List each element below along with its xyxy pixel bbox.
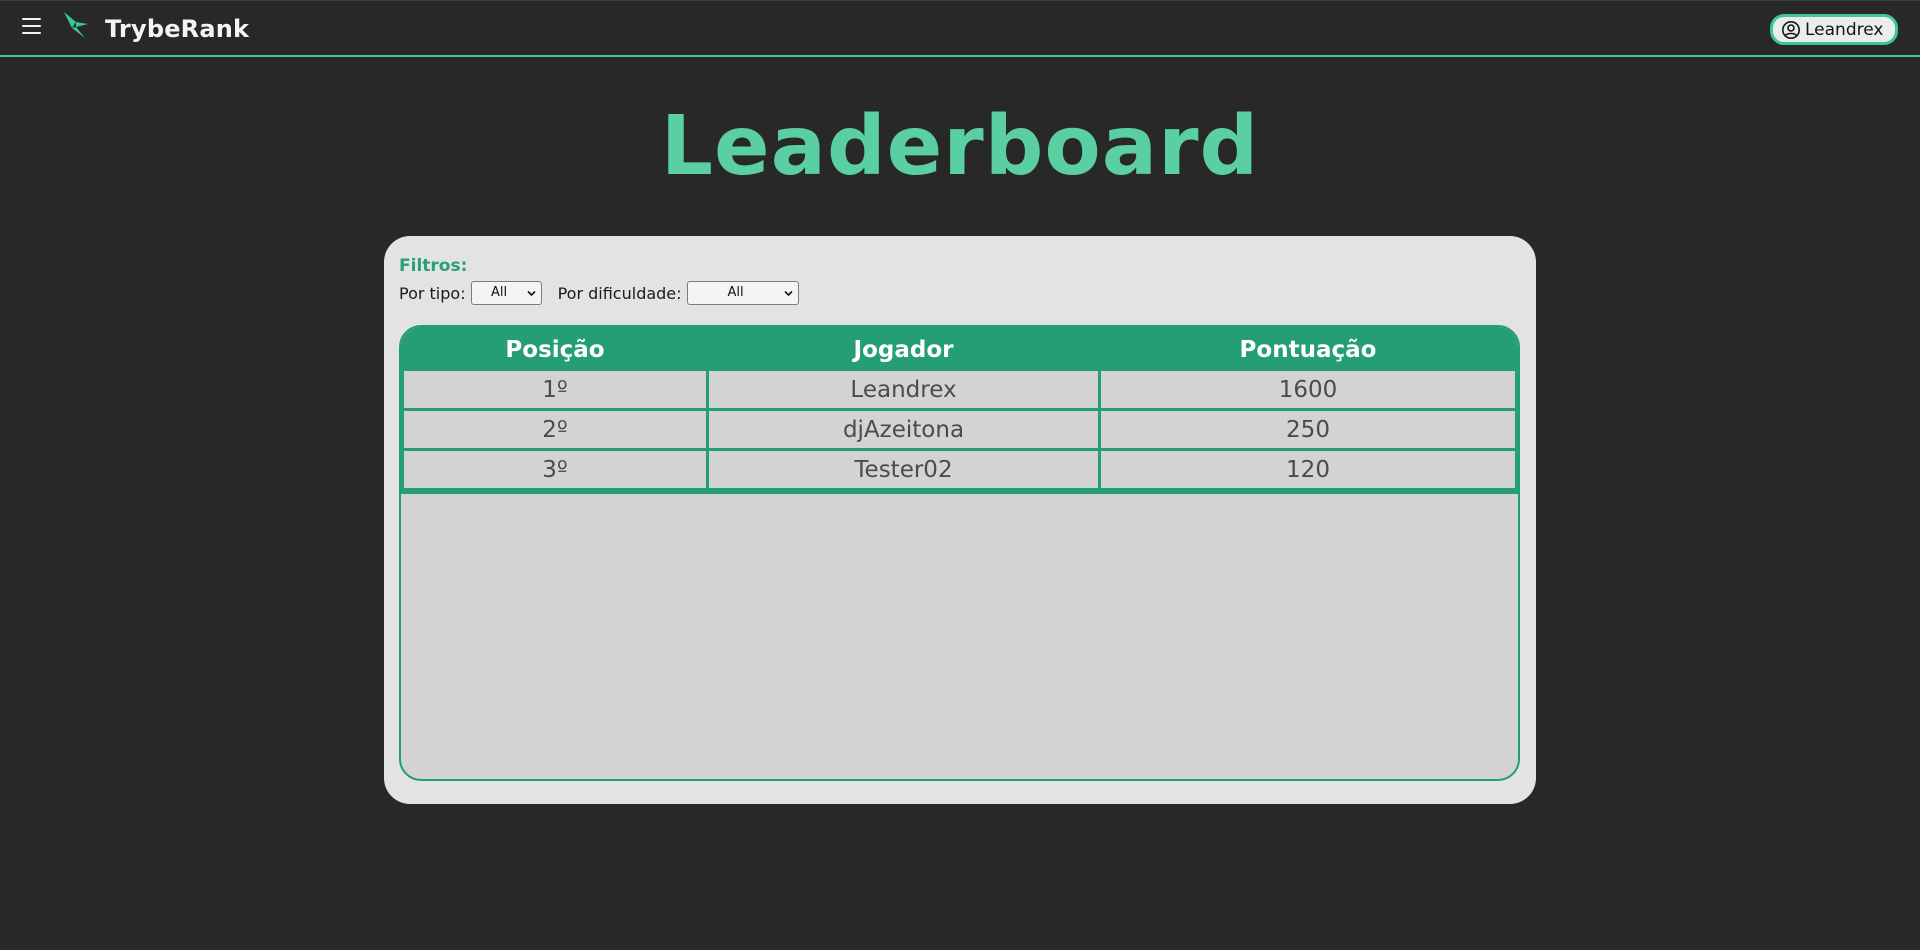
cell-position: 2º [404,411,706,448]
column-header-position: Posição [505,337,605,363]
type-filter-select[interactable]: All [470,281,542,305]
cell-player: Leandrex [709,371,1098,408]
filter-row: Por tipo: All Por dificuldade: All [399,281,799,305]
table-body: 1º Leandrex 1600 2º djAzeitona 250 3º Te… [401,371,1518,494]
type-filter-label: Por tipo: [399,283,466,303]
column-header-player: Jogador [853,337,954,363]
brand-name[interactable]: TrybeRank [105,15,249,43]
chevron-down-icon [783,290,793,297]
difficulty-filter-value: All [727,285,744,300]
trybe-logo-icon [64,12,88,38]
hamburger-menu-icon[interactable] [21,15,43,37]
cell-player: Tester02 [709,451,1098,488]
difficulty-filter-select[interactable]: All [686,281,799,305]
cell-player: djAzeitona [709,411,1098,448]
difficulty-filter-label: Por dificuldade: [557,283,682,303]
chevron-down-icon [527,290,536,297]
top-navbar: TrybeRank Leandrex [0,0,1920,57]
table-row: 3º Tester02 120 [401,451,1518,491]
cell-position: 3º [404,451,706,488]
table-row: 2º djAzeitona 250 [401,411,1518,451]
user-name: Leandrex [1805,19,1884,40]
column-header-score: Pontuação [1239,337,1377,363]
leaderboard-card: Filtros: Por tipo: All Por dificuldade: … [384,236,1536,804]
user-profile-button[interactable]: Leandrex [1770,14,1899,45]
cell-position: 1º [404,371,706,408]
page-title: Leaderboard [660,99,1260,194]
leaderboard-table: Posição Jogador Pontuação 1º Leandrex 16… [399,325,1520,781]
table-header: Posição Jogador Pontuação [401,327,1518,371]
cell-score: 250 [1101,411,1515,448]
type-filter-value: All [491,285,508,300]
table-row: 1º Leandrex 1600 [401,371,1518,411]
user-circle-icon [1782,20,1800,39]
filters-heading: Filtros: [399,256,468,276]
cell-score: 120 [1101,451,1515,488]
cell-score: 1600 [1101,371,1515,408]
